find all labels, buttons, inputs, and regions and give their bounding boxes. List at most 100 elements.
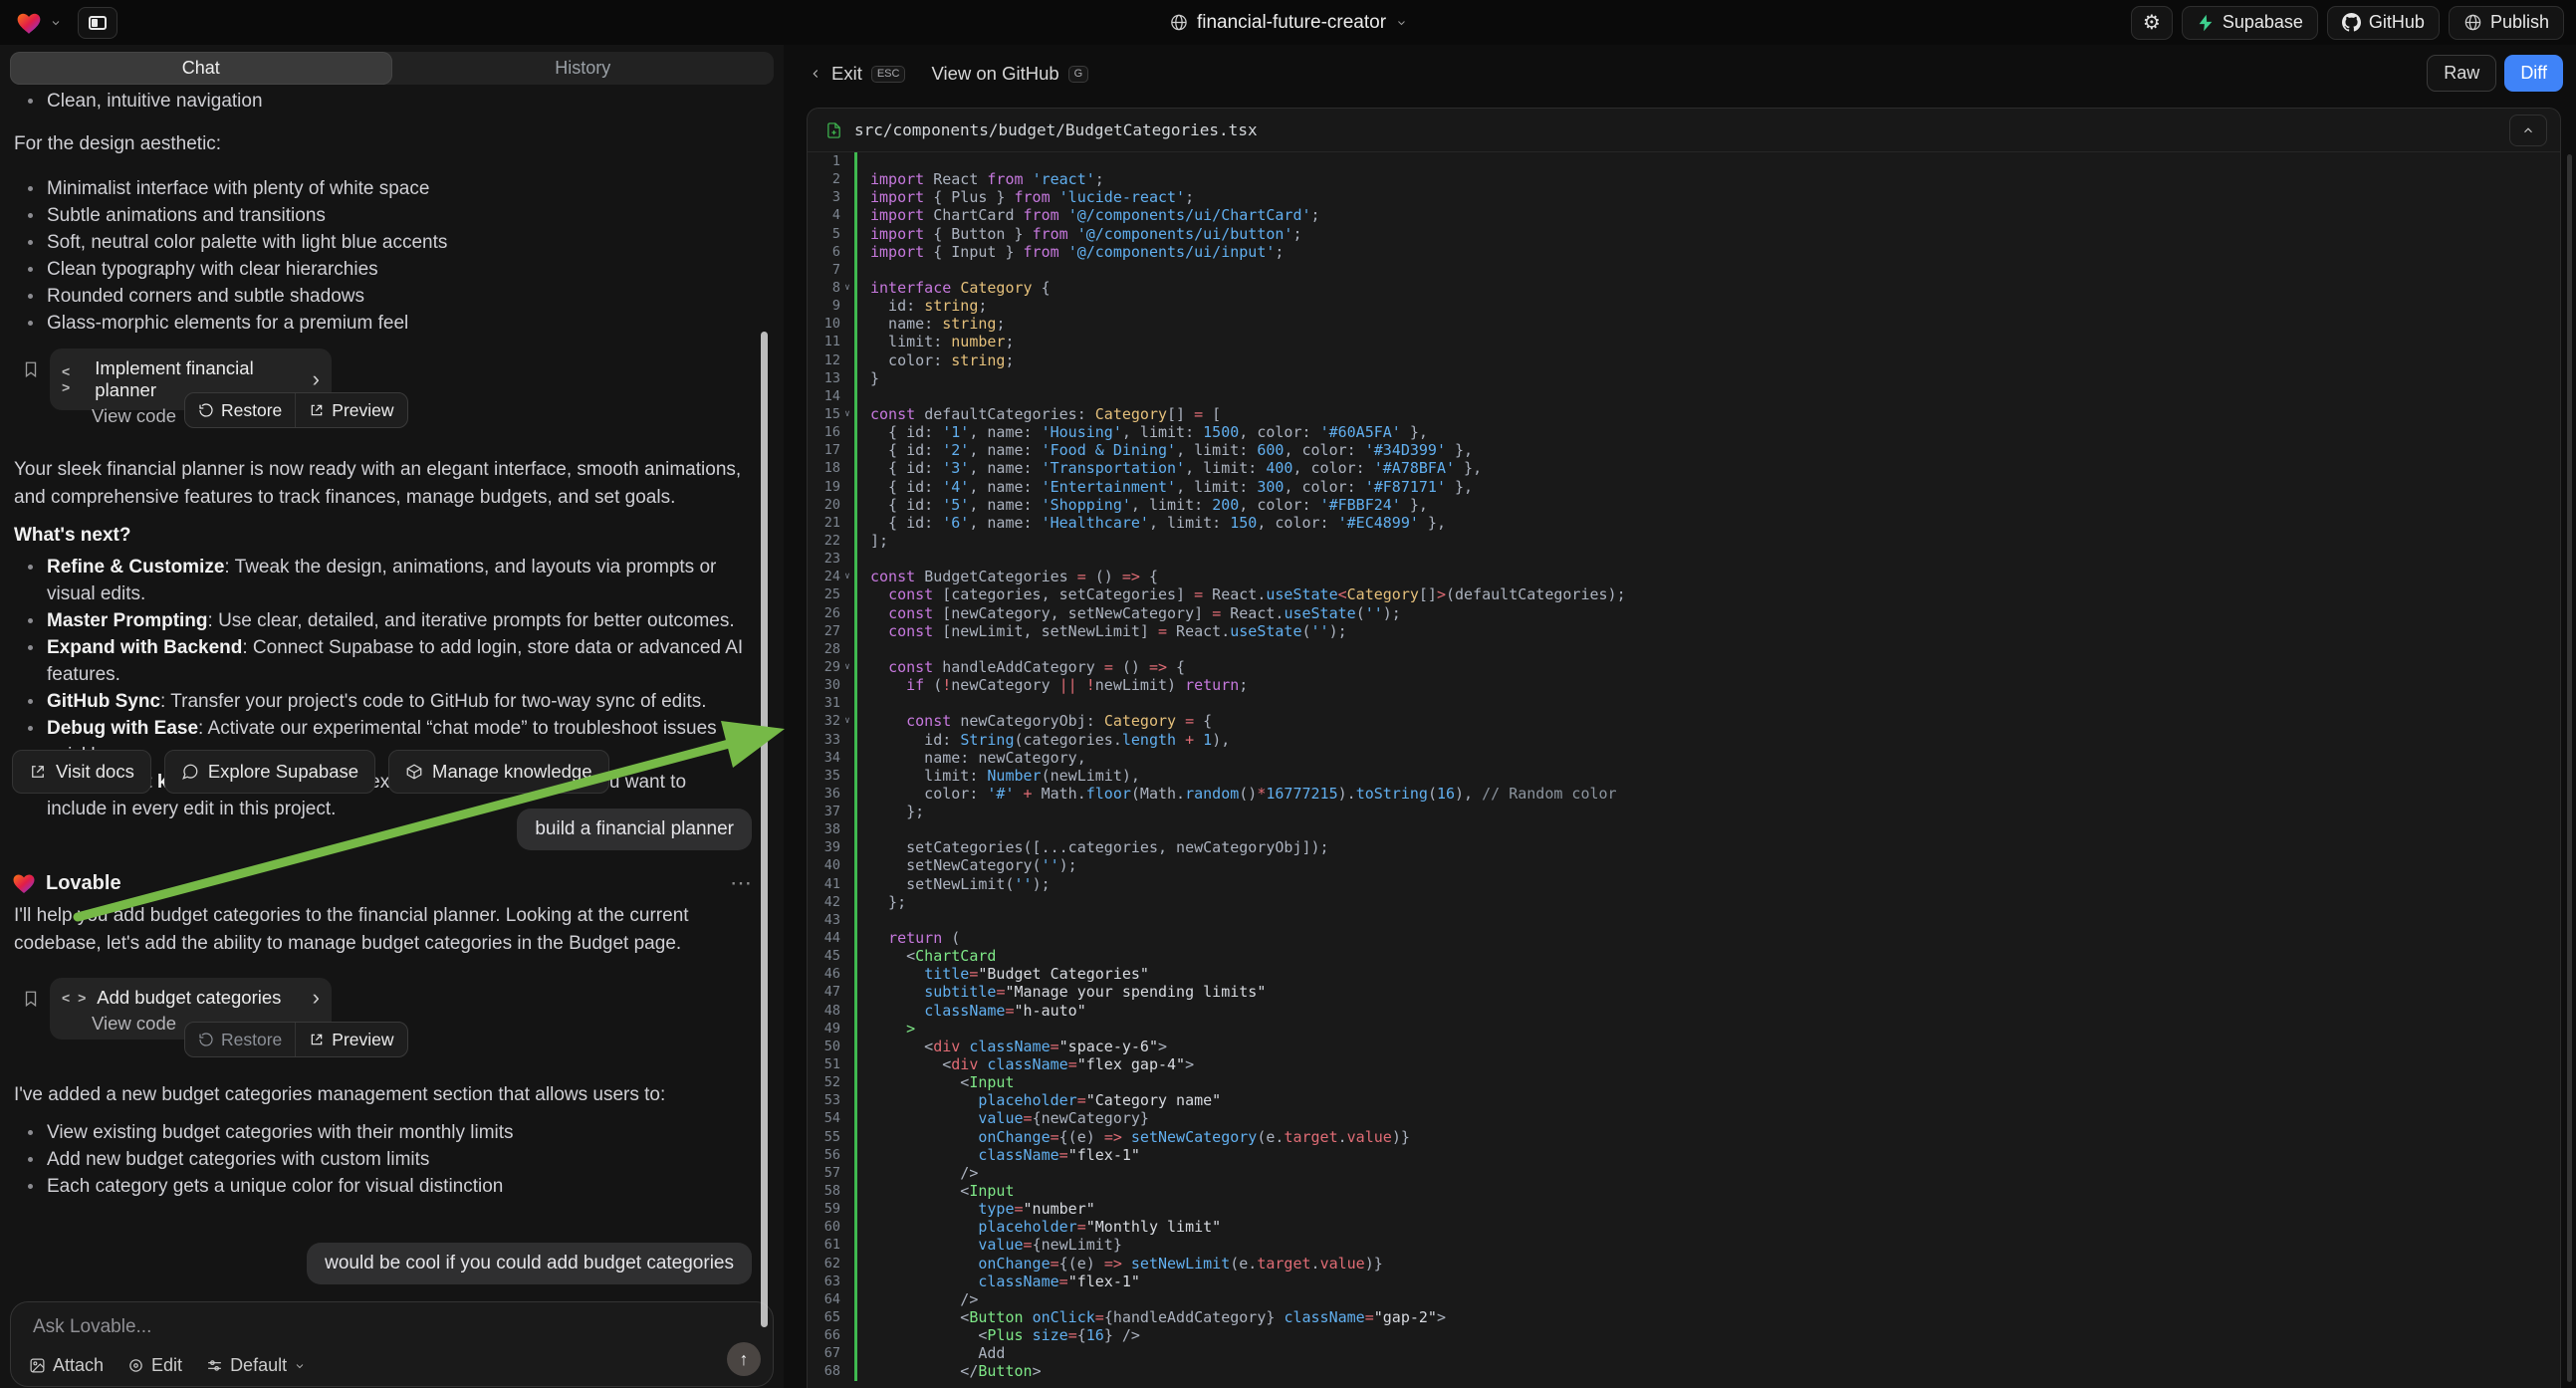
code-text: value={newCategory} (857, 1109, 1149, 1127)
collapse-file-button[interactable] (2509, 115, 2547, 146)
list-item: Clean typography with clear hierarchies (14, 256, 748, 283)
code-line: 37 }; (808, 803, 2560, 820)
code-text: onChange={(e) => setNewLimit(e.target.va… (857, 1255, 1383, 1272)
tab-history[interactable]: History (392, 52, 775, 85)
publish-button[interactable]: Publish (2449, 6, 2564, 40)
project-name: financial-future-creator (1197, 12, 1386, 34)
line-number: 41 (808, 875, 840, 893)
chat-input[interactable]: Ask Lovable... (33, 1316, 151, 1338)
version-card-implement-financial-planner[interactable]: < > Implement financial planner › View c… (50, 348, 332, 410)
message-menu-icon[interactable]: ⋯ (730, 870, 754, 896)
code-scrollbar[interactable] (2567, 154, 2572, 1382)
line-number: 21 (808, 514, 840, 532)
fold-gutter (840, 261, 854, 279)
chevron-right-icon[interactable]: › (313, 989, 320, 1007)
code-line: 21 { id: '6', name: 'Healthcare', limit:… (808, 514, 2560, 532)
bookmark-icon[interactable] (22, 988, 40, 1010)
fold-toggle-icon[interactable]: ∨ (840, 405, 854, 423)
code-line: 66 <Plus size={16} /> (808, 1326, 2560, 1344)
github-label: GitHub (2369, 12, 2425, 33)
fold-toggle-icon[interactable]: ∨ (840, 279, 854, 297)
code-line: 48 className="h-auto" (808, 1002, 2560, 1020)
project-selector[interactable]: financial-future-creator (1169, 0, 1407, 45)
line-number: 20 (808, 496, 840, 514)
fold-toggle-icon[interactable]: ∨ (840, 658, 854, 676)
list-item: Rounded corners and subtle shadows (14, 283, 748, 310)
line-number: 45 (808, 947, 840, 965)
code-line: 60 placeholder="Monthly limit" (808, 1218, 2560, 1236)
chevron-right-icon[interactable]: › (313, 370, 320, 388)
attach-button[interactable]: Attach (29, 1355, 104, 1376)
version-card-add-budget-categories[interactable]: < > Add budget categories › View code Re… (50, 978, 332, 1040)
code-line: 22]; (808, 532, 2560, 550)
code-text: setCategories([...categories, newCategor… (857, 838, 1329, 856)
raw-toggle-button[interactable]: Raw (2427, 55, 2496, 92)
supabase-button[interactable]: Supabase (2182, 6, 2318, 40)
file-path: src/components/budget/BudgetCategories.t… (854, 120, 1258, 139)
fold-gutter (840, 965, 854, 983)
external-link-icon (309, 1032, 325, 1047)
code-text (857, 640, 870, 658)
explore-supabase-button[interactable]: Explore Supabase (164, 750, 375, 794)
code-text: color: '#' + Math.floor(Math.random()*16… (857, 785, 1617, 803)
line-number: 25 (808, 585, 840, 603)
fold-gutter (840, 1038, 854, 1055)
restore-preview-pill: Restore Preview (184, 392, 408, 428)
chevron-down-icon (1395, 17, 1407, 29)
file-header[interactable]: src/components/budget/BudgetCategories.t… (808, 109, 2560, 152)
restore-button[interactable]: Restore (185, 393, 295, 427)
line-number: 39 (808, 838, 840, 856)
fold-gutter (840, 803, 854, 820)
visit-docs-button[interactable]: Visit docs (12, 750, 151, 794)
fold-gutter (840, 640, 854, 658)
list-item: GitHub Sync: Transfer your project's cod… (14, 688, 748, 715)
line-number: 54 (808, 1109, 840, 1127)
preview-button[interactable]: Preview (295, 1023, 406, 1056)
restore-button[interactable]: Restore (185, 1023, 295, 1056)
fold-toggle-icon[interactable]: ∨ (840, 712, 854, 730)
restore-preview-pill: Restore Preview (184, 1022, 408, 1057)
code-text: const defaultCategories: Category[] = [ (857, 405, 1221, 423)
code-line: 58 <Input (808, 1182, 2560, 1200)
code-line: 26 const [newCategory, setNewCategory] =… (808, 604, 2560, 622)
fold-gutter (840, 749, 854, 767)
code-line: 64 /> (808, 1290, 2560, 1308)
toggle-sidebar-button[interactable] (78, 7, 117, 39)
logo-menu-chevron-icon[interactable] (50, 17, 62, 29)
code-text: title="Budget Categories" (857, 965, 1149, 983)
code-line: 7 (808, 261, 2560, 279)
fold-gutter (840, 333, 854, 350)
code-text: className="flex-1" (857, 1272, 1140, 1290)
tab-chat[interactable]: Chat (10, 52, 392, 85)
list-item: Glass-morphic elements for a premium fee… (14, 310, 748, 337)
g-key-badge: G (1068, 66, 1089, 83)
code-text (857, 261, 870, 279)
code-text: <Plus size={16} /> (857, 1326, 1140, 1344)
list-item: Soft, neutral color palette with light b… (14, 229, 748, 256)
code-line: 10 name: string; (808, 315, 2560, 333)
line-number: 5 (808, 225, 840, 243)
manage-knowledge-button[interactable]: Manage knowledge (388, 750, 608, 794)
model-selector[interactable]: Default (206, 1355, 306, 1376)
fold-gutter (840, 1073, 854, 1091)
diff-toggle-button[interactable]: Diff (2504, 55, 2563, 92)
attach-label: Attach (53, 1355, 104, 1376)
github-button[interactable]: GitHub (2327, 6, 2440, 40)
code-text: const [categories, setCategories] = Reac… (857, 585, 1626, 603)
exit-button[interactable]: Exit ESC (809, 63, 905, 85)
line-number: 35 (808, 767, 840, 785)
code-line: 40 setNewCategory(''); (808, 856, 2560, 874)
code-line: 18 { id: '3', name: 'Transportation', li… (808, 459, 2560, 477)
settings-button[interactable]: ⚙ (2131, 6, 2173, 40)
preview-button[interactable]: Preview (295, 393, 406, 427)
fold-gutter (840, 893, 854, 911)
line-number: 14 (808, 387, 840, 405)
edit-button[interactable]: Edit (127, 1355, 182, 1376)
globe-icon (1169, 13, 1188, 32)
line-number: 40 (808, 856, 840, 874)
bookmark-icon[interactable] (22, 358, 40, 380)
chat-scrollbar[interactable] (761, 332, 768, 1327)
fold-toggle-icon[interactable]: ∨ (840, 568, 854, 585)
view-on-github-button[interactable]: View on GitHub G (931, 63, 1088, 85)
send-button[interactable]: ↑ (727, 1342, 761, 1376)
